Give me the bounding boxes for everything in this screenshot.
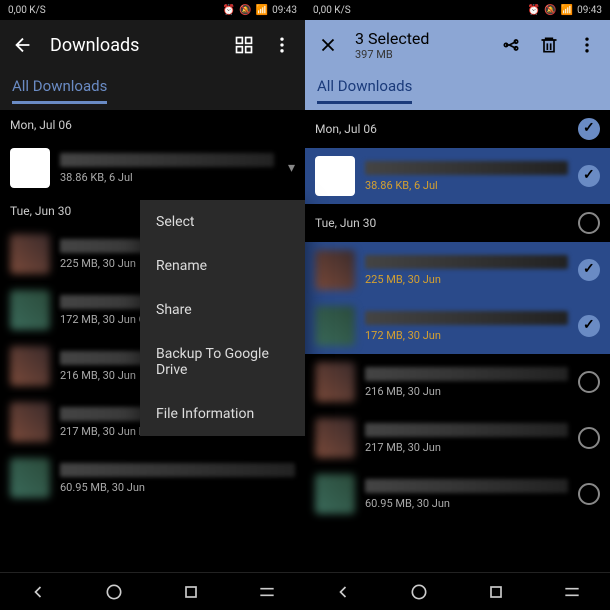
status-speed: 0,00 K/S — [313, 5, 351, 16]
file-thumbnail — [10, 458, 50, 498]
file-thumbnail — [10, 148, 50, 188]
file-meta: 38.86 KB, 6 Jul — [60, 171, 274, 184]
file-name — [60, 463, 295, 477]
nav-home-icon[interactable] — [409, 582, 429, 602]
signal-icon: 📶 — [256, 5, 268, 16]
item-checkbox[interactable] — [578, 483, 600, 505]
status-time: 09:43 — [577, 5, 602, 16]
item-checkbox[interactable] — [578, 315, 600, 337]
file-meta: 225 MB, 30 Jun — [365, 273, 568, 286]
date-label: Tue, Jun 30 — [315, 216, 376, 230]
status-bar: 0,00 K/S ⏰ 🔕 📶 09:43 — [0, 0, 305, 20]
file-name — [365, 423, 568, 437]
nav-back-icon[interactable] — [333, 582, 353, 602]
list-item[interactable]: 216 MB, 30 Jun — [305, 354, 610, 410]
share-icon[interactable] — [500, 34, 522, 56]
more-icon[interactable] — [271, 34, 293, 56]
chevron-down-icon[interactable]: ▾ — [288, 160, 295, 176]
list-item[interactable]: 172 MB, 30 Jun — [305, 298, 610, 354]
nav-menu-icon[interactable] — [257, 582, 277, 602]
grid-icon[interactable] — [233, 34, 255, 56]
tabs: All Downloads — [0, 70, 305, 110]
date-header: Tue, Jun 30 — [305, 204, 610, 242]
silent-icon: 🔕 — [239, 5, 251, 16]
date-header: Mon, Jul 06 — [305, 110, 610, 148]
list-item[interactable]: 38.86 KB, 6 Jul ▾ — [0, 140, 305, 196]
nav-back-icon[interactable] — [28, 582, 48, 602]
nav-bar — [305, 572, 610, 610]
file-thumbnail — [10, 290, 50, 330]
close-icon[interactable] — [317, 34, 339, 56]
list-item[interactable]: 225 MB, 30 Jun — [305, 242, 610, 298]
selection-count: 3 Selected — [355, 29, 429, 48]
menu-backup[interactable]: Backup To Google Drive — [140, 332, 305, 392]
file-meta: 60.95 MB, 30 Jun — [365, 497, 568, 510]
file-name — [365, 161, 568, 175]
date-header: Mon, Jul 06 — [0, 110, 305, 140]
menu-file-info[interactable]: File Information — [140, 392, 305, 436]
menu-share[interactable]: Share — [140, 288, 305, 332]
nav-bar — [0, 572, 305, 610]
silent-icon: 🔕 — [544, 5, 556, 16]
tab-all-downloads[interactable]: All Downloads — [317, 77, 412, 104]
delete-icon[interactable] — [538, 34, 560, 56]
file-meta: 172 MB, 30 Jun — [365, 329, 568, 342]
more-icon[interactable] — [576, 34, 598, 56]
list-item[interactable]: 217 MB, 30 Jun — [305, 410, 610, 466]
alarm-icon: ⏰ — [528, 5, 540, 16]
item-checkbox[interactable] — [578, 427, 600, 449]
file-meta: 60.95 MB, 30 Jun — [60, 481, 295, 494]
file-name — [365, 479, 568, 493]
nav-menu-icon[interactable] — [562, 582, 582, 602]
status-time: 09:43 — [272, 5, 297, 16]
file-name — [365, 255, 568, 269]
file-meta: 38.86 KB, 6 Jul — [365, 179, 568, 192]
date-label: Mon, Jul 06 — [315, 122, 377, 136]
nav-recent-icon[interactable] — [181, 582, 201, 602]
file-thumbnail — [315, 156, 355, 196]
list-item[interactable]: 38.86 KB, 6 Jul — [305, 148, 610, 204]
file-thumbnail — [315, 474, 355, 514]
status-bar: 0,00 K/S ⏰ 🔕 📶 09:43 — [305, 0, 610, 20]
selection-size: 397 MB — [355, 48, 484, 61]
file-name — [365, 311, 568, 325]
item-checkbox[interactable] — [578, 259, 600, 281]
menu-select[interactable]: Select — [140, 200, 305, 244]
tab-all-downloads[interactable]: All Downloads — [12, 77, 107, 104]
select-all-checkbox[interactable] — [578, 118, 600, 140]
back-icon[interactable] — [12, 34, 34, 56]
file-meta: 217 MB, 30 Jun — [365, 441, 568, 454]
list-item[interactable]: 60.95 MB, 30 Jun — [305, 466, 610, 522]
file-thumbnail — [315, 306, 355, 346]
file-thumbnail — [315, 250, 355, 290]
file-thumbnail — [315, 362, 355, 402]
tabs: All Downloads — [305, 70, 610, 110]
list-item[interactable]: 60.95 MB, 30 Jun — [0, 450, 305, 506]
file-thumbnail — [10, 346, 50, 386]
page-title: Downloads — [50, 35, 217, 56]
nav-home-icon[interactable] — [104, 582, 124, 602]
file-thumbnail — [10, 234, 50, 274]
item-checkbox[interactable] — [578, 371, 600, 393]
item-checkbox[interactable] — [578, 165, 600, 187]
file-name — [365, 367, 568, 381]
header: Downloads — [0, 20, 305, 70]
file-meta: 216 MB, 30 Jun — [365, 385, 568, 398]
menu-rename[interactable]: Rename — [140, 244, 305, 288]
select-all-checkbox[interactable] — [578, 212, 600, 234]
file-name — [60, 153, 274, 167]
signal-icon: 📶 — [561, 5, 573, 16]
selection-header: 3 Selected 397 MB — [305, 20, 610, 70]
context-menu: Select Rename Share Backup To Google Dri… — [140, 200, 305, 436]
status-speed: 0,00 K/S — [8, 5, 46, 16]
nav-recent-icon[interactable] — [486, 582, 506, 602]
file-thumbnail — [10, 402, 50, 442]
file-thumbnail — [315, 418, 355, 458]
alarm-icon: ⏰ — [223, 5, 235, 16]
